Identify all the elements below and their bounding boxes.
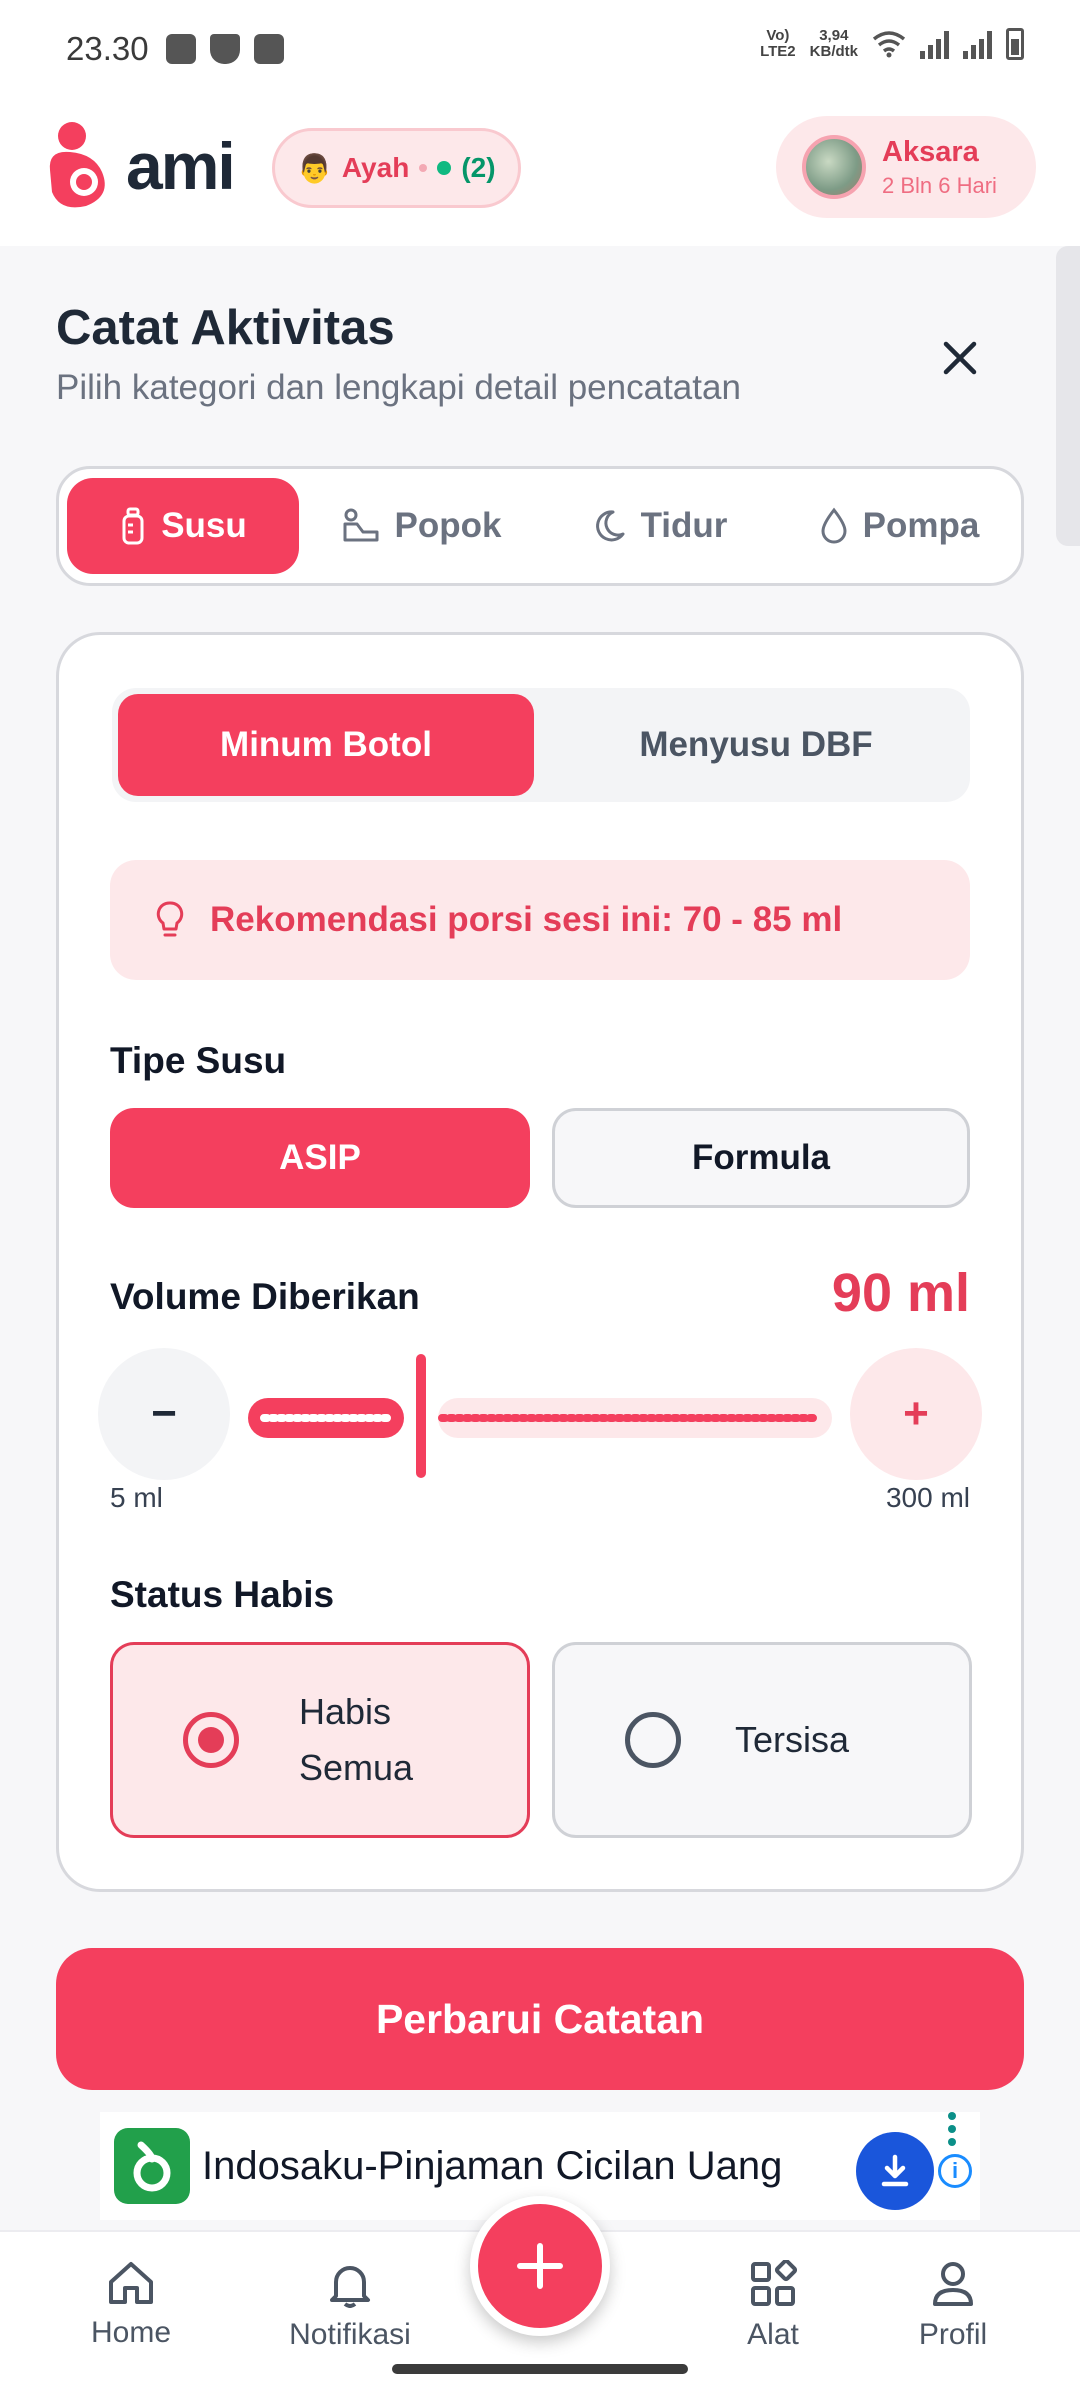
bottle-icon xyxy=(122,507,144,545)
drop-icon xyxy=(821,507,847,544)
tab-label: Susu xyxy=(161,506,247,545)
close-button[interactable] xyxy=(928,326,992,390)
child-avatar xyxy=(802,135,866,199)
ad-app-logo xyxy=(114,2128,190,2204)
minum-botol-button[interactable]: Minum Botol xyxy=(118,694,534,796)
tab-popok[interactable]: Popok xyxy=(321,478,521,574)
father-emoji-icon: 👨 xyxy=(297,152,332,184)
radio-selected-icon xyxy=(183,1712,239,1768)
tersisa-label: Tersisa xyxy=(735,1719,850,1760)
status-label: Status Habis xyxy=(110,1574,335,1615)
tab-susu[interactable]: Susu xyxy=(67,478,299,574)
online-status-icon xyxy=(437,161,452,175)
volume-label: Volume Diberikan xyxy=(110,1276,420,1317)
close-icon xyxy=(943,341,977,375)
logo-text: ami xyxy=(126,129,236,203)
feed-mode-toggle: Minum Botol Menyusu DBF xyxy=(112,688,970,802)
child-name: Aksara xyxy=(882,135,979,168)
ad-title: Indosaku-Pinjaman Cicilan Uang xyxy=(202,2143,783,2188)
nav-label: Home xyxy=(90,2316,172,2349)
status-bar: 23.30 Vo) LTE2 3,94 KB/dtk xyxy=(0,0,1080,100)
child-profile-switcher[interactable]: Aksara 2 Bln 6 Hari xyxy=(776,116,1036,218)
radio-unselected-icon xyxy=(625,1712,681,1768)
tersisa-option[interactable]: Tersisa xyxy=(552,1642,972,1838)
menyusu-dbf-button[interactable]: Menyusu DBF xyxy=(548,694,964,796)
grid-icon xyxy=(751,2260,797,2306)
home-indicator[interactable] xyxy=(392,2364,688,2374)
tab-pompa[interactable]: Pompa xyxy=(789,478,1009,574)
download-icon xyxy=(881,2154,909,2187)
milk-type-label: Tipe Susu xyxy=(110,1040,287,1081)
ad-info-icon[interactable]: i xyxy=(938,2154,972,2188)
habis-semua-option[interactable]: Habis Semua xyxy=(110,1642,530,1838)
logo-icon xyxy=(42,120,116,212)
volume-slider[interactable] xyxy=(248,1354,832,1478)
wifi-icon xyxy=(872,31,906,58)
tab-label: Pompa xyxy=(862,506,980,545)
plus-icon xyxy=(517,2243,563,2289)
role-label: Ayah xyxy=(341,152,410,183)
bell-icon xyxy=(330,2266,370,2308)
child-age: 2 Bln 6 Hari xyxy=(882,172,997,198)
user-icon xyxy=(933,2262,973,2306)
network-type: Vo) LTE2 xyxy=(760,27,796,60)
sheet-title: Catat Aktivitas xyxy=(56,301,395,355)
status-time: 23.30 xyxy=(66,30,149,67)
slider-thumb[interactable] xyxy=(416,1354,426,1478)
status-right: Vo) LTE2 3,94 KB/dtk xyxy=(760,28,1024,60)
plus-icon: + xyxy=(903,1389,929,1438)
scrollbar[interactable] xyxy=(1056,246,1080,546)
notification-icon xyxy=(166,34,196,64)
app-logo[interactable]: ami xyxy=(42,120,236,212)
add-activity-button[interactable] xyxy=(470,2196,610,2336)
signal-1-icon xyxy=(920,29,949,59)
separator-dot xyxy=(419,164,428,172)
volume-value: 90 ml xyxy=(831,1263,970,1323)
nav-home[interactable]: Home xyxy=(46,2260,216,2350)
app-notification-icon xyxy=(254,34,284,64)
status-notification-icons xyxy=(166,34,284,64)
formula-option[interactable]: Formula xyxy=(552,1108,970,1208)
nav-alat[interactable]: Alat xyxy=(688,2260,858,2352)
diaper-icon xyxy=(343,508,379,542)
nav-label: Alat xyxy=(747,2318,799,2351)
decrease-volume-button[interactable]: − xyxy=(98,1348,230,1480)
volume-max-label: 300 ml xyxy=(885,1482,970,1513)
ad-more-icon[interactable] xyxy=(948,2112,958,2151)
asip-option[interactable]: ASIP xyxy=(110,1108,530,1208)
nav-label: Notifikasi xyxy=(289,2318,411,2351)
recommendation-text: Rekomendasi porsi sesi ini: 70 - 85 ml xyxy=(210,900,843,939)
battery-icon xyxy=(1006,28,1024,60)
volume-min-label: 5 ml xyxy=(110,1482,163,1513)
increase-volume-button[interactable]: + xyxy=(850,1348,982,1480)
signal-2-icon xyxy=(963,29,992,59)
nav-label: Profil xyxy=(918,2318,988,2351)
submit-button[interactable]: Perbarui Catatan xyxy=(56,1948,1024,2090)
recommendation-banner: Rekomendasi porsi sesi ini: 70 - 85 ml xyxy=(110,860,970,980)
network-speed: 3,94 KB/dtk xyxy=(809,27,858,60)
minus-icon: − xyxy=(151,1389,177,1438)
sheet-subtitle: Pilih kategori dan lengkapi detail penca… xyxy=(56,368,741,407)
habis-semua-label: Habis Semua xyxy=(299,1691,414,1788)
vpn-icon xyxy=(210,34,240,64)
tab-label: Popok xyxy=(394,506,502,545)
app-header: ami 👨 Ayah (2) Aksara 2 Bln 6 Hari xyxy=(0,100,1080,246)
tab-label: Tidur xyxy=(640,506,728,545)
nav-notifikasi[interactable]: Notifikasi xyxy=(265,2260,435,2352)
nav-profil[interactable]: Profil xyxy=(868,2260,1038,2352)
lightbulb-icon xyxy=(156,901,184,937)
online-count: (2) xyxy=(461,152,496,183)
category-tabs: Susu Popok Tidur Pompa xyxy=(56,466,1024,586)
home-icon xyxy=(109,2262,153,2304)
moon-icon xyxy=(595,510,625,542)
role-switcher[interactable]: 👨 Ayah (2) xyxy=(272,128,521,208)
tab-tidur[interactable]: Tidur xyxy=(559,478,759,574)
ad-download-button[interactable] xyxy=(856,2132,934,2210)
